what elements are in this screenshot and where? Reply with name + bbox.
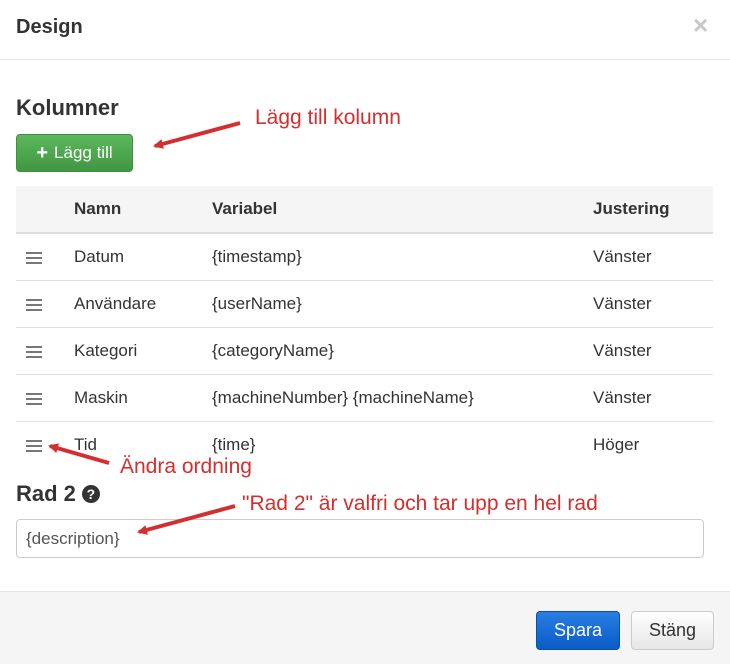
column-variable[interactable]: {userName} — [212, 280, 593, 328]
annotation-add-column: Lägg till kolumn — [255, 106, 401, 129]
save-button[interactable]: Spara — [536, 611, 620, 650]
row2-label-text: Rad 2 — [16, 481, 76, 506]
header-name: Namn — [74, 186, 212, 234]
column-name[interactable]: Kategori — [74, 327, 212, 375]
annotation-reorder: Ändra ordning — [120, 455, 252, 478]
column-alignment[interactable]: Vänster — [593, 233, 713, 281]
column-variable[interactable]: {timestamp} — [212, 233, 593, 281]
column-alignment[interactable]: Vänster — [593, 327, 713, 375]
close-icon[interactable]: × — [693, 10, 708, 40]
table-row: Maskin {machineNumber} {machineName} Vän… — [16, 374, 713, 422]
drag-handle-icon[interactable] — [26, 439, 42, 453]
add-column-label: Lägg till — [54, 143, 113, 162]
row2-label: Rad 2 ? — [16, 481, 100, 507]
column-alignment[interactable]: Vänster — [593, 280, 713, 328]
column-name[interactable]: Användare — [74, 280, 212, 328]
columns-title: Kolumner — [16, 95, 119, 120]
row2-input[interactable] — [16, 519, 704, 558]
column-name[interactable]: Maskin — [74, 374, 212, 422]
columns-table: Namn Variabel Justering Datum {timestamp… — [16, 186, 713, 468]
dialog-footer — [0, 591, 730, 664]
add-column-button[interactable]: + Lägg till — [16, 134, 133, 172]
dialog-header: Design × — [0, 0, 730, 60]
header-alignment: Justering — [593, 186, 713, 234]
column-variable[interactable]: {machineNumber} {machineName} — [212, 374, 593, 422]
annotation-row2: "Rad 2" är valfri och tar upp en hel rad — [242, 492, 598, 515]
drag-handle-icon[interactable] — [26, 298, 42, 312]
dialog-title: Design — [16, 16, 83, 38]
drag-handle-icon[interactable] — [26, 345, 42, 359]
column-name[interactable]: Datum — [74, 233, 212, 281]
plus-icon: + — [36, 142, 49, 164]
column-variable[interactable]: {time} — [212, 421, 593, 468]
question-circle-icon[interactable]: ? — [81, 485, 100, 503]
table-row: Kategori {categoryName} Vänster — [16, 327, 713, 375]
header-handle — [16, 186, 74, 234]
close-button[interactable]: Stäng — [631, 611, 714, 650]
table-row: Användare {userName} Vänster — [16, 280, 713, 328]
header-variable: Variabel — [212, 186, 593, 234]
column-alignment[interactable]: Höger — [593, 421, 713, 468]
drag-handle-icon[interactable] — [26, 392, 42, 406]
table-row: Datum {timestamp} Vänster — [16, 233, 713, 281]
column-alignment[interactable]: Vänster — [593, 374, 713, 422]
drag-handle-icon[interactable] — [26, 251, 42, 265]
column-variable[interactable]: {categoryName} — [212, 327, 593, 375]
arrow-add-column — [153, 121, 241, 149]
